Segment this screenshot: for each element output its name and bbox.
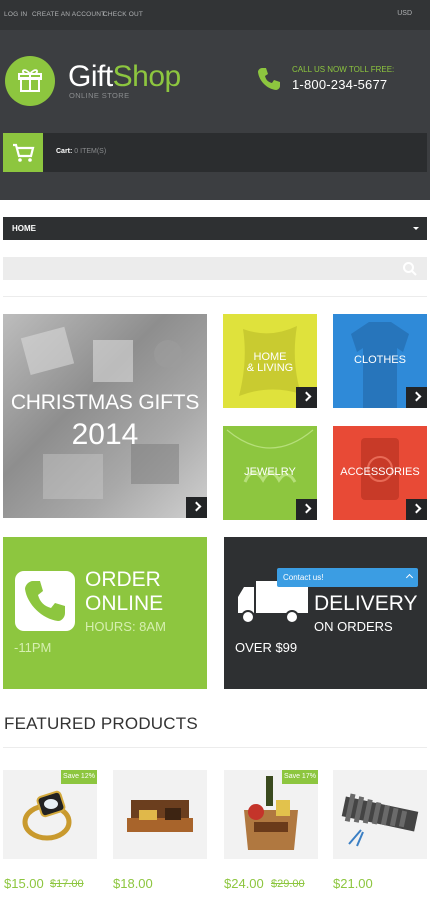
cart-summary: Cart: 0 ITEM(S) bbox=[56, 148, 107, 155]
featured-products-title: FEATURED PRODUCTS bbox=[4, 714, 198, 733]
product-card-xylophone[interactable] bbox=[333, 770, 427, 859]
chevron-right-icon[interactable] bbox=[186, 497, 207, 518]
nav-label: HOME bbox=[12, 224, 36, 233]
divider bbox=[3, 296, 427, 297]
jewelry-tile[interactable]: JEWELRY bbox=[223, 426, 317, 520]
top-bar: LOG IN CREATE AN ACCOUNT CHECK OUT USD bbox=[0, 0, 430, 30]
chevron-right-icon[interactable] bbox=[296, 499, 317, 520]
main-nav-select[interactable]: HOME bbox=[3, 217, 427, 240]
search-input[interactable] bbox=[3, 257, 427, 280]
christmas-gifts-banner[interactable]: CHRISTMAS GIFTS 2014 bbox=[3, 314, 207, 518]
order-minimum-label: OVER $99 bbox=[235, 640, 298, 655]
on-orders-label: ON ORDERS bbox=[314, 619, 393, 634]
home-living-tile[interactable]: HOME & LIVING bbox=[223, 314, 317, 408]
living-label: & LIVING bbox=[246, 362, 294, 374]
order-label: ORDER bbox=[85, 568, 161, 591]
online-label: ONLINE bbox=[85, 592, 164, 615]
chevron-right-icon[interactable] bbox=[406, 499, 427, 520]
christmas-title: CHRISTMAS GIFTS bbox=[10, 391, 200, 414]
phone-number: 1-800-234-5677 bbox=[292, 77, 388, 92]
product-price: $18.00 bbox=[113, 876, 153, 891]
free-delivery-banner[interactable]: DELIVERY ON ORDERS OVER $99 bbox=[224, 537, 427, 689]
accessories-label: ACCESSORIES bbox=[340, 466, 420, 478]
clothes-tile[interactable]: CLOTHES bbox=[333, 314, 427, 408]
truck-icon bbox=[236, 581, 308, 632]
hours-end-label: -11PM bbox=[14, 640, 52, 655]
phone-icon bbox=[15, 571, 75, 631]
login-link[interactable]: LOG IN bbox=[4, 11, 27, 18]
contact-label: Contact us! bbox=[283, 573, 324, 582]
jewelry-label: JEWELRY bbox=[244, 466, 296, 478]
page: LOG IN CREATE AN ACCOUNT CHECK OUT USD G… bbox=[0, 0, 430, 900]
logo-subtitle: ONLINE STORE bbox=[69, 91, 130, 100]
contact-us-widget[interactable]: Contact us! bbox=[277, 568, 418, 587]
cart-icon[interactable] bbox=[3, 133, 43, 172]
search-icon[interactable] bbox=[402, 261, 418, 282]
sale-badge: Save 12% bbox=[61, 770, 97, 784]
product-price: $24.00 bbox=[224, 876, 264, 891]
logo-text[interactable]: GiftShop bbox=[68, 60, 181, 94]
clothes-label: CLOTHES bbox=[354, 354, 406, 366]
create-account-link[interactable]: CREATE AN ACCOUNT bbox=[32, 11, 105, 18]
chevron-right-icon[interactable] bbox=[296, 387, 317, 408]
divider bbox=[3, 747, 427, 748]
chocolates-image bbox=[127, 800, 193, 832]
product-card-chocolates[interactable] bbox=[113, 770, 207, 859]
product-old-price: $29.00 bbox=[271, 878, 305, 890]
chevron-up-icon bbox=[405, 573, 414, 582]
xylophone-image bbox=[341, 793, 419, 847]
delivery-label: DELIVERY bbox=[314, 592, 418, 615]
product-old-price: $17.00 bbox=[50, 878, 84, 890]
accessories-tile[interactable]: ACCESSORIES bbox=[333, 426, 427, 520]
call-label: CALL US NOW TOLL FREE: bbox=[292, 65, 395, 74]
currency-selector[interactable]: USD bbox=[397, 10, 412, 17]
hours-label: HOURS: 8AM bbox=[85, 619, 166, 634]
chevron-right-icon[interactable] bbox=[406, 387, 427, 408]
gift-logo-icon[interactable] bbox=[5, 56, 55, 106]
chevron-down-icon bbox=[413, 227, 419, 230]
product-price: $21.00 bbox=[333, 876, 373, 891]
order-online-banner[interactable]: ORDER ONLINE HOURS: 8AM -11PM bbox=[3, 537, 207, 689]
phone-icon bbox=[256, 66, 282, 97]
product-card-ring[interactable]: Save 12% bbox=[3, 770, 97, 859]
christmas-year: 2014 bbox=[71, 418, 139, 451]
header: GiftShop ONLINE STORE CALL US NOW TOLL F… bbox=[0, 30, 430, 200]
sale-badge: Save 17% bbox=[282, 770, 318, 784]
cart-bar[interactable]: Cart: 0 ITEM(S) bbox=[3, 133, 427, 172]
checkout-link[interactable]: CHECK OUT bbox=[103, 11, 143, 18]
product-card-gift-basket[interactable]: Save 17% bbox=[224, 770, 318, 859]
product-price: $15.00 bbox=[4, 876, 44, 891]
